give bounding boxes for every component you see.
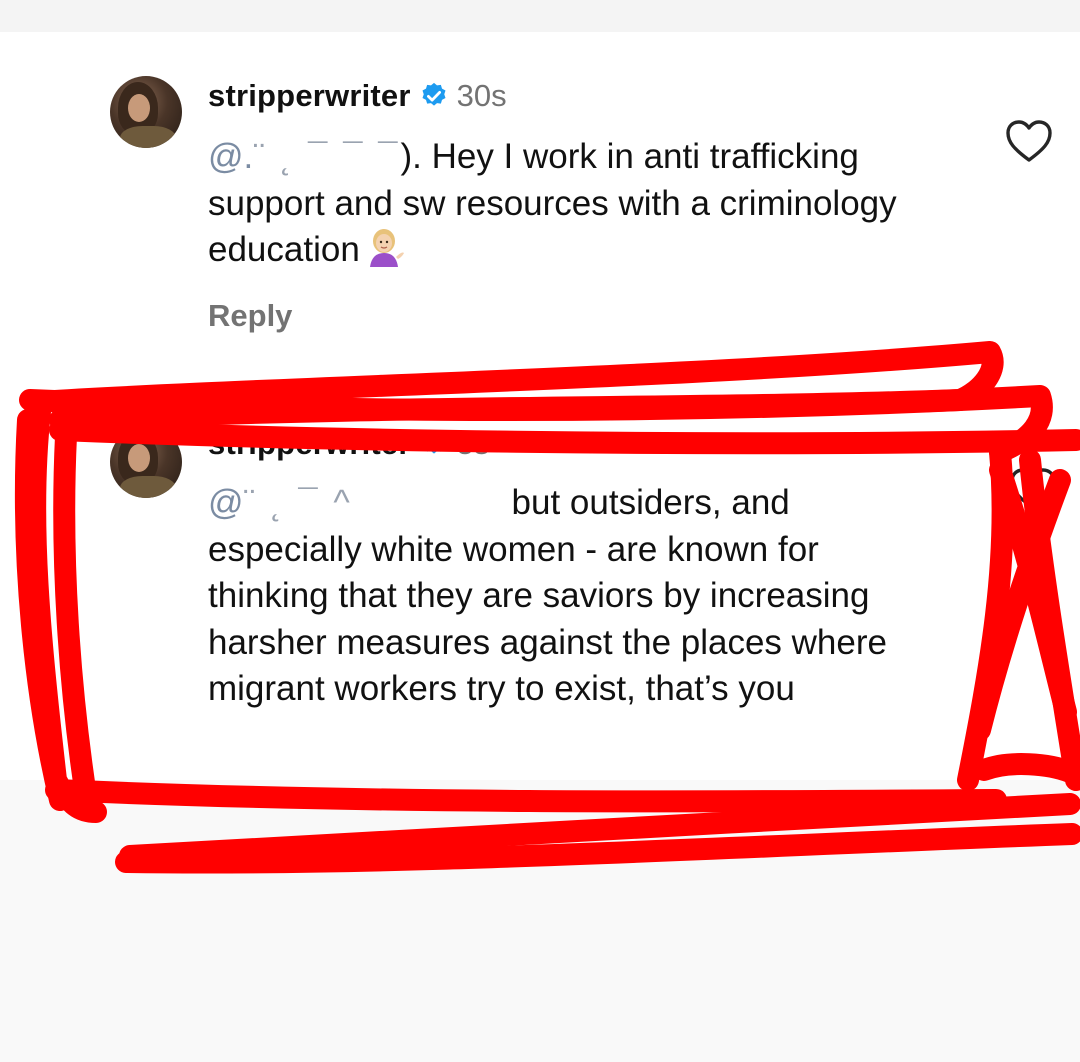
timestamp: 5s — [456, 426, 490, 461]
avatar[interactable] — [110, 426, 182, 498]
username[interactable]: stripperwriter — [208, 78, 411, 114]
comment-text: @. ¨ ˛ ¯ ¯ ¯ ). Hey I work in anti traff… — [208, 134, 948, 274]
verified-badge-icon — [422, 82, 446, 106]
top-strip — [0, 0, 1080, 32]
timestamp: 30s — [456, 78, 507, 113]
avatar[interactable] — [110, 76, 182, 148]
heart-icon[interactable] — [1008, 466, 1058, 512]
comment-text: @ ¨ ˛ ¯ ^ but outsiders, and especially … — [208, 480, 948, 713]
username[interactable]: stripperwriter — [208, 426, 411, 462]
reply-button[interactable]: Reply — [208, 298, 292, 334]
mention-link[interactable]: @ — [208, 483, 244, 522]
comment-header: stripperwriter 30s — [208, 78, 507, 114]
comment-header: stripperwriter 5s — [208, 426, 489, 462]
woman-tipping-hand-emoji — [369, 229, 404, 267]
heart-icon[interactable] — [1004, 118, 1054, 164]
redacted-handle: ¨ ˛ ¯ ^ — [243, 483, 353, 522]
verified-badge-icon — [422, 430, 446, 454]
redacted-handle: ¨ ˛ ¯ ¯ ¯ — [253, 137, 401, 176]
mention-link[interactable]: @. — [208, 137, 253, 176]
background-lower — [0, 780, 1080, 1062]
